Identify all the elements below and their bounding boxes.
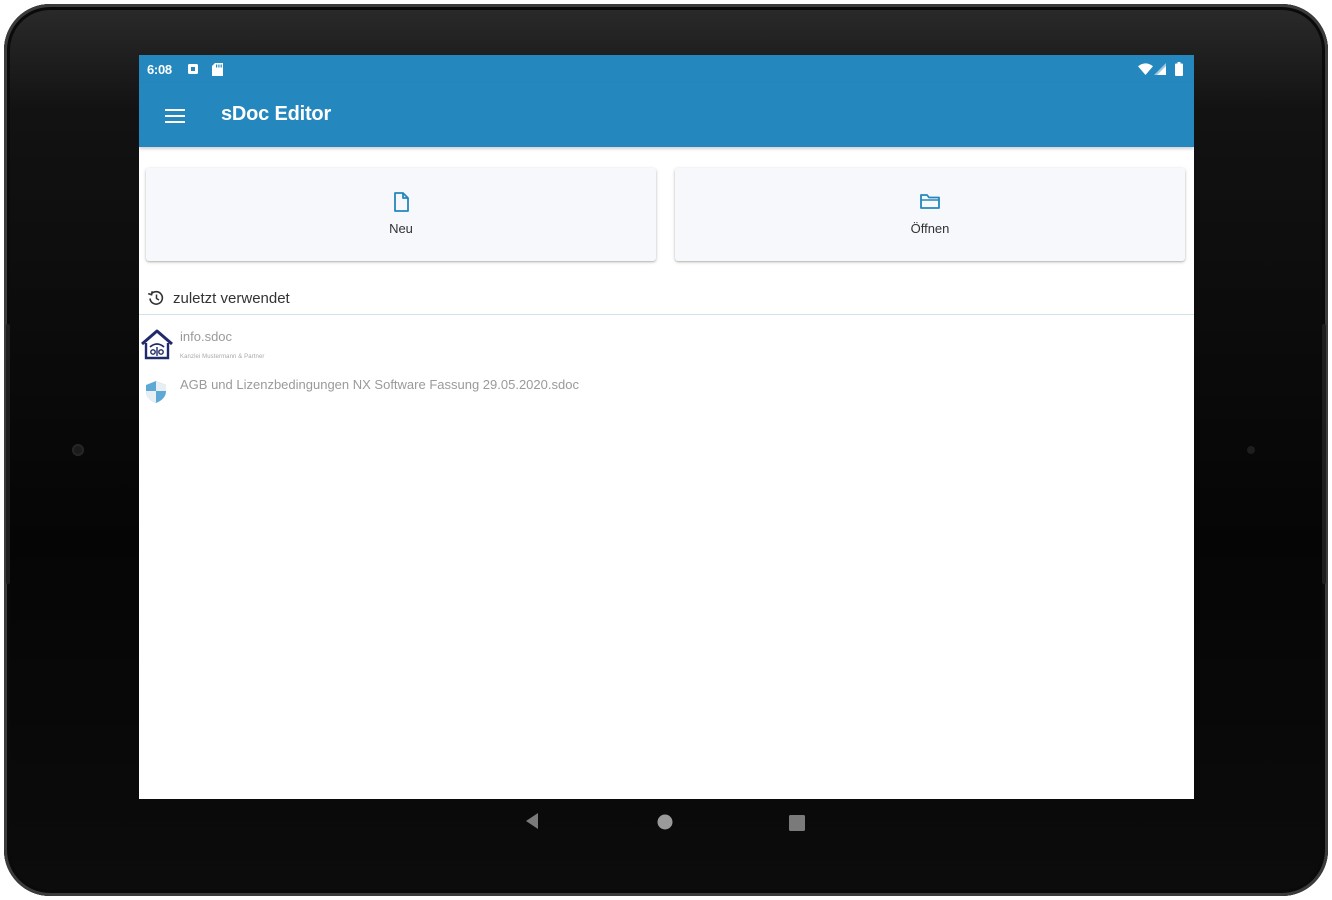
app-bar: sDoc Editor: [139, 83, 1194, 147]
recent-files-heading: zuletzt verwendet: [173, 290, 290, 307]
recent-file-name: AGB und Lizenzbedingungen NX Software Fa…: [180, 377, 579, 392]
screen: 6:08 sDoc Editor Neu Öffnen zuletzt verw…: [139, 55, 1194, 799]
home-icon[interactable]: [657, 814, 673, 830]
new-document-icon: [394, 192, 409, 212]
open-document-label: Öffnen: [910, 221, 950, 236]
status-time: 6:08: [147, 62, 172, 77]
open-document-button[interactable]: Öffnen: [675, 168, 1185, 261]
new-document-button[interactable]: Neu: [146, 168, 656, 261]
folder-icon: [920, 194, 940, 209]
system-navigation-bar: [0, 800, 1332, 846]
recent-file-item[interactable]: info.sdoc Kanzlei Mustermann & Partner: [139, 325, 1194, 369]
hamburger-menu-icon: [165, 109, 185, 123]
recent-file-name: info.sdoc: [180, 329, 233, 344]
recent-divider: [139, 314, 1194, 315]
history-icon: [147, 290, 164, 305]
right-bezel-edge: [1322, 324, 1326, 584]
front-camera: [72, 444, 84, 456]
back-icon[interactable]: [524, 812, 540, 830]
shield-icon: [146, 381, 166, 403]
signal-icon: [1154, 63, 1166, 75]
sd-card-icon: [212, 63, 223, 76]
recent-file-subtitle: Kanzlei Mustermann & Partner: [180, 354, 265, 360]
recents-icon[interactable]: [789, 815, 805, 831]
light-sensor: [1247, 446, 1255, 454]
recent-file-item[interactable]: AGB und Lizenzbedingungen NX Software Fa…: [139, 373, 1194, 413]
new-document-label: Neu: [389, 221, 413, 236]
status-bar: 6:08: [139, 55, 1194, 83]
battery-icon: [1175, 62, 1183, 76]
app-title: sDoc Editor: [221, 103, 332, 125]
wifi-icon: [1138, 63, 1153, 75]
menu-button[interactable]: [155, 99, 195, 133]
notification-icon: [188, 64, 198, 74]
firm-logo-icon: [141, 329, 173, 360]
recent-files-header: zuletzt verwendet: [139, 283, 1194, 317]
left-bezel-edge: [6, 324, 10, 584]
